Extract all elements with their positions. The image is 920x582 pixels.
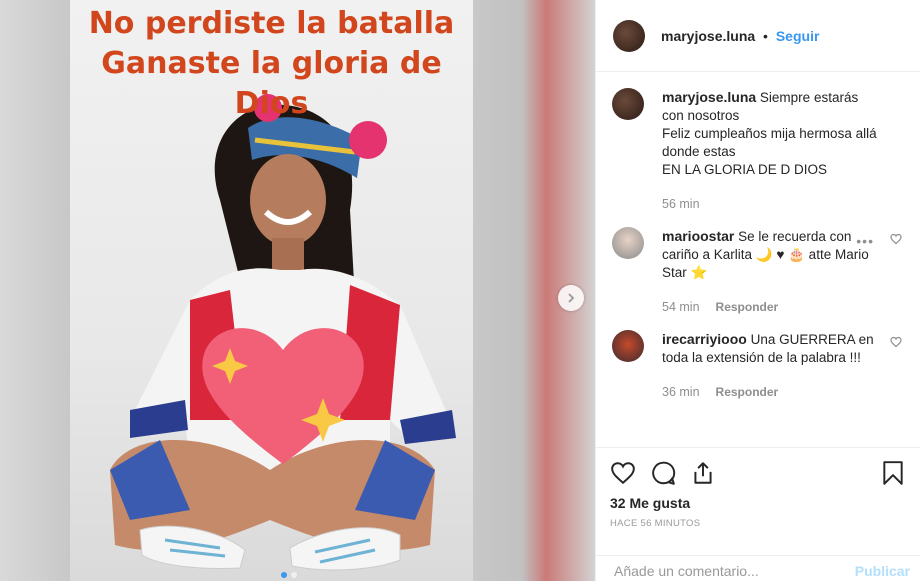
action-icons: [610, 460, 904, 486]
caption-line-2: Ganaste la gloria de Dios: [101, 46, 442, 121]
comment-item: irecarriyiooo Una GUERRERA en toda la ex…: [612, 330, 904, 401]
comment-body: maryjose.luna Siempre estarás con nosotr…: [662, 88, 882, 213]
carousel-dot: [291, 572, 297, 578]
comment-body: marioostar Se le recuerda con cariño a K…: [662, 227, 882, 316]
comment-body: irecarriyiooo Una GUERRERA en toda la ex…: [662, 330, 882, 401]
image-caption-text: No perdiste la batalla Ganaste la gloria…: [70, 4, 473, 124]
author-info: maryjose.luna • Seguir: [661, 28, 819, 44]
comment-meta: 36 min Responder: [662, 383, 882, 401]
comment-meta: 56 min: [662, 195, 882, 213]
post-photo[interactable]: No perdiste la batalla Ganaste la gloria…: [70, 0, 473, 581]
share-icon[interactable]: [690, 460, 716, 486]
more-icon[interactable]: •••: [856, 233, 874, 249]
comments-list[interactable]: maryjose.luna Siempre estarás con nosotr…: [596, 72, 920, 447]
comment-username[interactable]: maryjose.luna: [662, 89, 756, 105]
next-image-button[interactable]: [558, 285, 584, 311]
bookmark-icon[interactable]: [882, 460, 904, 486]
separator: •: [763, 27, 768, 44]
reply-button[interactable]: Responder: [716, 298, 779, 316]
carousel-dots: [281, 572, 297, 578]
post-actions: 32 Me gusta HACE 56 MINUTOS: [596, 447, 920, 537]
heart-icon[interactable]: [610, 460, 636, 486]
comment-username[interactable]: marioostar: [662, 228, 734, 244]
sparkling-heart-sticker: [202, 328, 364, 464]
comment-time[interactable]: 54 min: [662, 298, 700, 316]
comment-input[interactable]: [612, 562, 836, 580]
comment-avatar[interactable]: [612, 227, 644, 259]
caption-comment: maryjose.luna Siempre estarás con nosotr…: [612, 88, 904, 213]
caption-line-1: No perdiste la batalla: [88, 6, 455, 41]
comment-like-icon[interactable]: [890, 336, 902, 348]
publish-button[interactable]: Publicar: [855, 563, 910, 579]
author-avatar[interactable]: [613, 19, 645, 52]
post-media: No perdiste la batalla Ganaste la gloria…: [0, 0, 595, 581]
comment-avatar[interactable]: [612, 88, 644, 120]
comment-time[interactable]: 56 min: [662, 195, 700, 213]
comment-meta: 54 min Responder: [662, 298, 882, 316]
blurred-background-left: [0, 0, 70, 581]
chevron-right-icon: [568, 293, 575, 303]
post-sidebar: maryjose.luna • Seguir maryjose.luna Sie…: [595, 0, 920, 581]
comment-composer: Publicar: [596, 555, 920, 582]
post-header: maryjose.luna • Seguir: [596, 0, 920, 72]
post-timestamp: HACE 56 MINUTOS: [610, 518, 701, 529]
follow-button[interactable]: Seguir: [776, 28, 820, 44]
comment-avatar[interactable]: [612, 330, 644, 362]
reply-button[interactable]: Responder: [716, 383, 779, 401]
comment-item: marioostar Se le recuerda con cariño a K…: [612, 227, 904, 316]
comment-username[interactable]: irecarriyiooo: [662, 331, 747, 347]
likes-count[interactable]: 32 Me gusta: [610, 495, 904, 511]
author-username[interactable]: maryjose.luna: [661, 28, 755, 44]
comment-icon[interactable]: [650, 460, 676, 486]
comment-time[interactable]: 36 min: [662, 383, 700, 401]
carousel-dot-active: [281, 572, 287, 578]
comment-like-icon[interactable]: [890, 233, 902, 245]
